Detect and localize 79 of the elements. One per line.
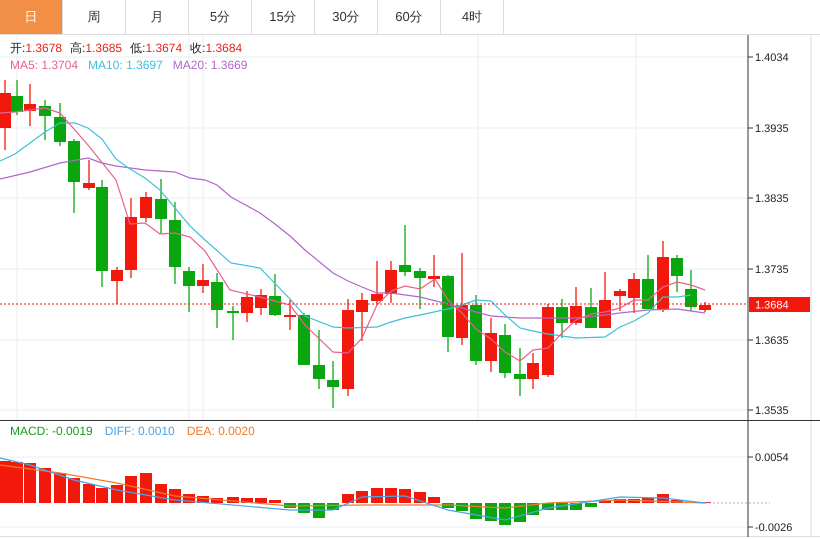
macd-bar — [255, 498, 267, 503]
candle — [197, 264, 209, 293]
legend-value: 1.3678 — [25, 41, 62, 56]
macd-bar — [111, 485, 123, 503]
ma-legend: MA5: 1.3704 — [10, 58, 78, 73]
macd-bar — [83, 484, 95, 503]
candle — [24, 84, 36, 126]
axis-label: 1.3635 — [755, 335, 789, 347]
axis-label: 1.3935 — [755, 123, 789, 135]
candle — [327, 361, 339, 408]
macd-bar — [211, 498, 223, 503]
macd-bar — [371, 488, 383, 503]
candle — [685, 270, 697, 311]
macd-bar — [614, 499, 626, 503]
macd-bar — [284, 503, 296, 508]
ma-legend: MA10: 1.3697 — [88, 58, 163, 73]
macd-bar — [599, 500, 611, 503]
macd-bar — [54, 473, 66, 503]
macd-bar — [140, 473, 152, 503]
axis-label: 1.3735 — [755, 264, 789, 276]
macd-bar — [385, 488, 397, 503]
legend-label: 高: — [70, 41, 86, 56]
candle — [556, 299, 568, 338]
candle — [514, 348, 526, 396]
macd-bar — [39, 468, 51, 503]
macd-bar — [585, 503, 597, 507]
candle — [499, 324, 511, 378]
candle — [385, 261, 397, 303]
macd-bar — [671, 500, 683, 503]
candle — [54, 103, 66, 146]
candle — [399, 225, 411, 276]
axis-label: 1.4034 — [755, 52, 789, 64]
axis-label: 1.3835 — [755, 193, 789, 205]
candle — [585, 288, 597, 328]
legend-label: 低: — [130, 41, 146, 56]
macd-bar — [428, 497, 440, 503]
candle — [227, 306, 239, 340]
macd-bar — [356, 491, 368, 503]
legend-value: 1.3685 — [85, 41, 122, 56]
candle — [642, 255, 654, 309]
axis-label: 1.3535 — [755, 405, 789, 417]
axis-label: -0.0026 — [755, 522, 792, 534]
macd-bar — [241, 498, 253, 503]
legend-label: 开: — [10, 41, 26, 56]
candle — [671, 255, 683, 292]
macd-bar — [269, 500, 281, 503]
candle — [183, 267, 195, 312]
candle — [298, 313, 310, 365]
macd-bar — [342, 494, 354, 503]
candle — [269, 274, 281, 316]
macd-bar — [399, 489, 411, 503]
axis-label: 0.0054 — [755, 452, 789, 464]
macd-bar — [24, 463, 36, 503]
macd-legend: DEA: 0.0020 — [186, 424, 255, 439]
macd-legend: MACD: -0.0019 — [10, 424, 93, 439]
candle — [211, 273, 223, 328]
candle — [140, 192, 152, 222]
candle — [527, 353, 539, 389]
candle — [428, 255, 440, 287]
macd-bar — [125, 476, 137, 503]
macd-bar — [0, 461, 11, 503]
candle — [414, 268, 426, 309]
macd-legend: DIFF: 0.0010 — [104, 424, 175, 439]
legend-value: 1.3684 — [205, 41, 242, 56]
candle — [470, 295, 482, 365]
current-price-label: 1.3684 — [749, 297, 810, 312]
macd-bar — [96, 488, 108, 503]
candle — [313, 330, 325, 389]
macd-bar — [442, 503, 454, 508]
macd-bar — [11, 462, 23, 503]
macd-bar — [628, 499, 640, 503]
macd-bar — [68, 478, 80, 503]
candle — [485, 318, 497, 372]
macd-bar — [642, 498, 654, 503]
ma-legend: MA20: 1.3669 — [172, 58, 248, 73]
legend-value: 1.3674 — [145, 41, 182, 56]
legend-label: 收: — [190, 41, 206, 56]
candle — [39, 100, 51, 140]
candle — [155, 179, 167, 234]
